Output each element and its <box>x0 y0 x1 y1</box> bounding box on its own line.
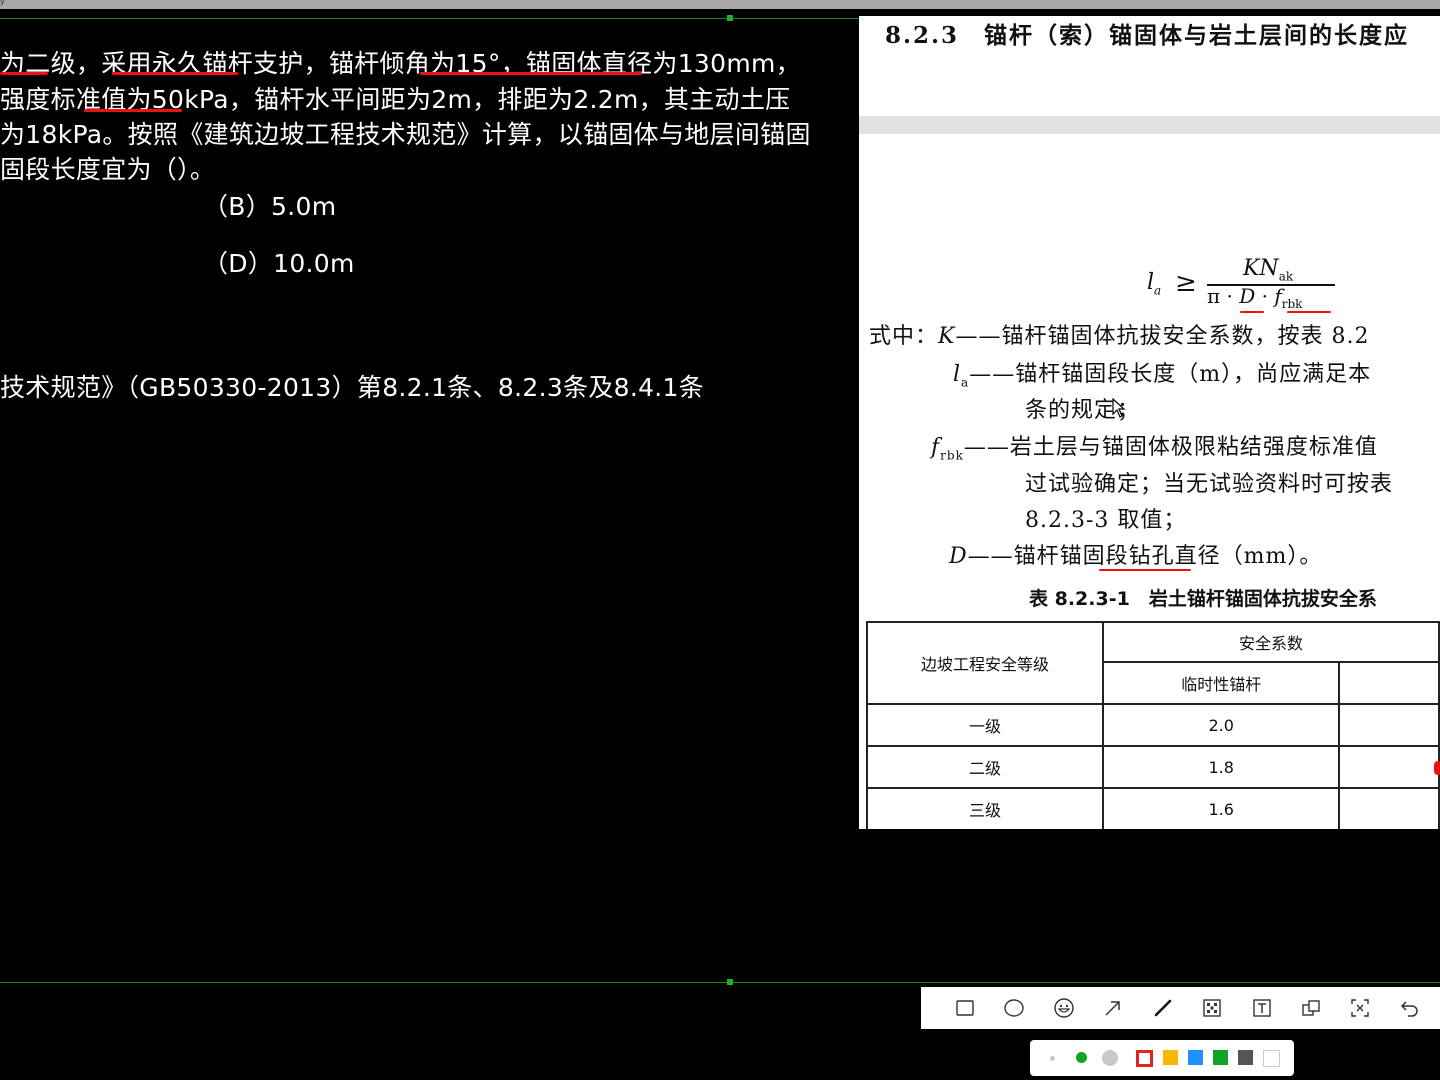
table-cell: 一级 <box>866 703 1104 747</box>
top-guide-handle[interactable] <box>727 15 733 21</box>
text-icon[interactable] <box>1248 994 1276 1022</box>
clause-heading: 8.2.3 锚杆（索）锚固体与岩土层间的长度应 <box>885 22 1410 49</box>
definition-frbk: frbk——岩土层与锚固体极限粘结强度标准值 <box>931 435 1378 463</box>
formula-la: la <box>1147 270 1162 298</box>
arrow-icon[interactable] <box>1099 994 1127 1022</box>
size-large-dot[interactable] <box>1102 1050 1118 1066</box>
screenshot-icon[interactable] <box>1346 994 1374 1022</box>
window-top-bar: y <box>0 0 1440 9</box>
underline-annotation <box>1240 311 1264 313</box>
formula-denominator: π · D · frbk <box>1207 284 1303 311</box>
question-line-3: 为18kPa。按照《建筑边坡工程技术规范》计算，以锚固体与地层间锚固 <box>0 120 811 149</box>
color-swatch-white[interactable] <box>1263 1050 1280 1067</box>
table-cell <box>1338 703 1440 747</box>
question-line-4: 固段长度宜为（）。 <box>0 155 216 184</box>
table-cell: 1.6 <box>1101 787 1341 829</box>
annotation-toolbar <box>921 987 1440 1029</box>
undo-icon[interactable] <box>1396 994 1424 1022</box>
table-subheader-temporary: 临时性锚杆 <box>1101 661 1341 705</box>
option-b: （B）5.0m <box>203 192 337 221</box>
underline-annotation <box>0 72 48 75</box>
definition-la: la——锚杆锚固段长度（m），尚应满足本 <box>953 362 1372 390</box>
color-swatch-green[interactable] <box>1213 1050 1228 1065</box>
ellipse-icon[interactable] <box>1000 994 1028 1022</box>
formula-geq: ≥ <box>1175 268 1197 298</box>
color-swatch-blue[interactable] <box>1188 1050 1203 1065</box>
size-small-dot[interactable] <box>1050 1056 1055 1061</box>
color-swatch-red[interactable] <box>1136 1050 1153 1067</box>
table-subheader-permanent <box>1338 661 1440 705</box>
reference-document-panel: 8.2.3 锚杆（索）锚固体与岩土层间的长度应 la ≥ KNak π · D … <box>859 16 1440 829</box>
mosaic-icon[interactable] <box>1198 994 1226 1022</box>
size-medium-dot[interactable] <box>1076 1052 1087 1063</box>
underline-annotation <box>1099 569 1191 571</box>
color-swatch-yellow[interactable] <box>1163 1050 1178 1065</box>
definition-frbk-cont: 过试验确定；当无试验资料时可按表 <box>1025 472 1394 497</box>
formula-numerator: KNak <box>1243 256 1294 284</box>
table-cell <box>1338 787 1440 829</box>
table-cell: 2.0 <box>1101 703 1341 747</box>
bottom-guide-handle[interactable] <box>727 979 733 985</box>
emoji-icon[interactable] <box>1050 994 1078 1022</box>
reference-line: 技术规范》（GB50330-2013）第8.2.1条、8.2.3条及8.4.1条 <box>0 373 705 402</box>
definition-K: 式中：K——锚杆锚固体抗拔安全系数，按表 8.2 <box>869 324 1370 349</box>
underline-annotation <box>1287 311 1331 313</box>
table-cell: 三级 <box>866 787 1104 829</box>
red-mark-annotation <box>1434 761 1440 775</box>
underline-annotation <box>84 109 182 112</box>
definition-frbk-cont2: 8.2.3-3 取值； <box>1025 508 1187 533</box>
table-header-safety: 安全系数 <box>1102 621 1440 663</box>
page-gap <box>859 116 1440 134</box>
table-cell <box>1338 745 1440 789</box>
bottom-guide-line <box>0 982 1440 983</box>
table-row: 二级 1.8 <box>866 745 1440 789</box>
sequence-icon[interactable] <box>1297 994 1325 1022</box>
color-swatch-gray[interactable] <box>1238 1050 1253 1065</box>
color-palette <box>1030 1040 1294 1076</box>
top-bar-glyph: y <box>0 0 5 6</box>
underline-annotation <box>420 72 642 75</box>
pen-icon[interactable] <box>1149 994 1177 1022</box>
table-row: 一级 2.0 <box>866 703 1440 747</box>
table-cell: 二级 <box>866 745 1104 789</box>
underline-annotation <box>112 72 238 75</box>
table-header-grade: 边坡工程安全等级 <box>866 621 1104 705</box>
anchorage-length-formula: la ≥ KNak π · D · frbk <box>1147 256 1347 316</box>
table-title: 表 8.2.3-1 岩土锚杆锚固体抗拔安全系 <box>1029 588 1377 610</box>
mouse-cursor-icon <box>1112 398 1126 418</box>
table-cell: 1.8 <box>1101 745 1341 789</box>
safety-factor-table: 边坡工程安全等级 安全系数 临时性锚杆 一级 2.0 二级 1.8 三级 1.6 <box>866 621 1440 829</box>
option-d: （D）10.0m <box>203 249 355 278</box>
table-row: 三级 1.6 <box>866 787 1440 829</box>
rectangle-icon[interactable] <box>951 994 979 1022</box>
definition-D: D——锚杆锚固段钻孔直径（mm）。 <box>949 544 1323 569</box>
